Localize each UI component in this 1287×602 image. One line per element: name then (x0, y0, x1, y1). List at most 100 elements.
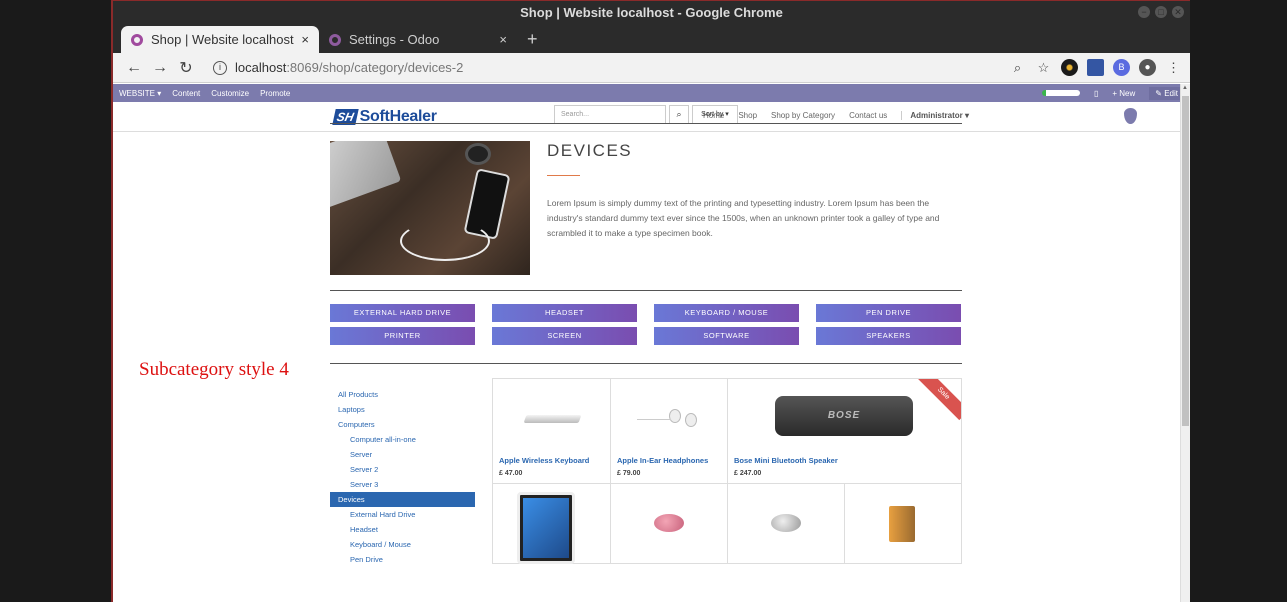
category-image (330, 141, 530, 275)
new-button[interactable]: + New (1112, 89, 1135, 98)
window-controls: − □ ✕ (1138, 6, 1184, 18)
product-card[interactable] (728, 484, 845, 563)
page-scrollbar[interactable]: ▲ (1180, 84, 1190, 602)
scrollbar-thumb[interactable] (1182, 96, 1189, 426)
extension-screen-icon[interactable] (1087, 59, 1104, 76)
category-sidebar: All Products Laptops Computers Computer … (330, 387, 475, 567)
product-card[interactable]: Apple In-Ear Headphones £ 79.00 (611, 379, 728, 483)
subcategory-grid: EXTERNAL HARD DRIVE HEADSET KEYBOARD / M… (330, 304, 962, 345)
category-header: DEVICES Lorem Ipsum is simply dummy text… (330, 141, 962, 275)
back-button[interactable]: ← (121, 59, 147, 77)
product-image (637, 407, 707, 429)
subcategory-button[interactable]: KEYBOARD / MOUSE (654, 304, 799, 322)
customize-menu[interactable]: Customize (211, 89, 249, 98)
reload-button[interactable]: ↻ (173, 58, 199, 78)
product-image (889, 506, 915, 542)
edit-button[interactable]: ✎ Edit (1149, 86, 1184, 100)
subcategory-button[interactable]: PRINTER (330, 327, 475, 345)
extension-color-icon[interactable] (1061, 59, 1078, 76)
divider (330, 363, 962, 364)
bookmark-star-icon[interactable]: ☆ (1035, 59, 1052, 76)
product-price: £ 47.00 (499, 470, 523, 477)
profile-avatar-icon[interactable]: ● (1139, 59, 1156, 76)
subcategory-button[interactable]: EXTERNAL HARD DRIVE (330, 304, 475, 322)
product-image (517, 492, 575, 564)
url-field[interactable]: i localhost :8069/shop/category/devices-… (213, 60, 1009, 75)
title-underline (547, 175, 580, 176)
address-bar: ← → ↻ i localhost :8069/shop/category/de… (113, 53, 1190, 83)
product-card[interactable]: BOSE Sale Bose Mini Bluetooth Speaker £ … (728, 379, 961, 483)
maximize-button[interactable]: □ (1155, 6, 1167, 18)
publish-toggle[interactable] (1041, 90, 1080, 96)
sidebar-subitem[interactable]: Server 3 (330, 477, 475, 492)
close-tab-icon[interactable]: × (499, 32, 507, 47)
product-name[interactable]: Apple In-Ear Headphones (617, 456, 708, 465)
forward-button[interactable]: → (147, 59, 173, 77)
url-host: localhost (235, 60, 287, 75)
window-title: Shop | Website localhost - Google Chrome (520, 5, 783, 20)
search-icon[interactable]: ⌕ (669, 105, 689, 124)
search-row: Search... ⌕ Sort by ▾ (330, 105, 962, 124)
product-image (771, 514, 801, 532)
new-tab-button[interactable]: + (517, 26, 548, 53)
subcategory-style-label: Subcategory style 4 (139, 359, 289, 380)
subcategory-button[interactable]: HEADSET (492, 304, 637, 322)
page-viewport: WEBSITE ▾ Content Customize Promote ▯ + … (113, 84, 1190, 602)
close-window-button[interactable]: ✕ (1172, 6, 1184, 18)
divider (330, 290, 962, 291)
subcategory-button[interactable]: PEN DRIVE (816, 304, 961, 322)
theme-drop-icon[interactable] (1124, 108, 1137, 124)
product-image: BOSE (775, 396, 913, 436)
tab-shop[interactable]: Shop | Website localhost × (121, 26, 319, 53)
product-card[interactable] (611, 484, 728, 563)
category-description: Lorem Ipsum is simply dummy text of the … (547, 198, 940, 238)
sidebar-item-active[interactable]: Devices (330, 492, 475, 507)
tab-label: Shop | Website localhost (151, 32, 294, 47)
product-price: £ 247.00 (734, 470, 762, 477)
product-card[interactable] (845, 484, 961, 563)
sidebar-subitem[interactable]: External Hard Drive (330, 507, 475, 522)
tab-settings[interactable]: Settings - Odoo × (319, 26, 517, 53)
sidebar-item[interactable]: All Products (330, 387, 475, 402)
chrome-menu-icon[interactable]: ⋮ (1165, 59, 1182, 76)
website-menu[interactable]: WEBSITE ▾ (119, 89, 161, 98)
product-price: £ 79.00 (617, 470, 641, 477)
tab-label: Settings - Odoo (349, 32, 440, 47)
odoo-favicon-icon (131, 33, 143, 46)
sidebar-subitem[interactable]: Server 2 (330, 462, 475, 477)
sidebar-subitem[interactable]: Server (330, 447, 475, 462)
sidebar-item[interactable]: Laptops (330, 402, 475, 417)
desktop-background: Shop | Website localhost - Google Chrome… (0, 0, 1287, 602)
product-name[interactable]: Bose Mini Bluetooth Speaker (734, 456, 838, 465)
zoom-icon[interactable]: ⌕ (1009, 59, 1026, 76)
product-image (523, 415, 582, 423)
product-card[interactable] (493, 484, 611, 564)
subcategory-button[interactable]: SCREEN (492, 327, 637, 345)
content-menu[interactable]: Content (172, 89, 200, 98)
category-title: DEVICES (547, 141, 633, 160)
subcategory-button[interactable]: SPEAKERS (816, 327, 961, 345)
sort-by-dropdown[interactable]: Sort by ▾ (692, 105, 738, 124)
browser-window: Shop | Website localhost - Google Chrome… (111, 0, 1190, 602)
sidebar-subitem[interactable]: Computer all-in-one (330, 432, 475, 447)
sale-ribbon: Sale (916, 379, 961, 421)
product-grid: Apple Wireless Keyboard £ 47.00 Apple In… (492, 378, 962, 564)
product-image (654, 514, 684, 532)
scroll-up-icon[interactable]: ▲ (1182, 85, 1188, 91)
sidebar-subitem[interactable]: Pen Drive (330, 552, 475, 567)
mobile-preview-icon[interactable]: ▯ (1094, 89, 1098, 98)
info-icon[interactable]: i (213, 60, 227, 75)
minimize-button[interactable]: − (1138, 6, 1150, 18)
product-card[interactable]: Apple Wireless Keyboard £ 47.00 (493, 379, 611, 483)
sidebar-item[interactable]: Computers (330, 417, 475, 432)
sidebar-subitem[interactable]: Headset (330, 522, 475, 537)
product-name[interactable]: Apple Wireless Keyboard (499, 456, 589, 465)
promote-menu[interactable]: Promote (260, 89, 290, 98)
toolbar-icons: ⌕ ☆ B ● ⋮ (1009, 59, 1182, 76)
title-bar: Shop | Website localhost - Google Chrome… (113, 1, 1190, 53)
extension-b-icon[interactable]: B (1113, 59, 1130, 76)
search-input[interactable]: Search... (554, 105, 666, 124)
sidebar-subitem[interactable]: Keyboard / Mouse (330, 537, 475, 552)
close-tab-icon[interactable]: × (301, 32, 309, 47)
subcategory-button[interactable]: SOFTWARE (654, 327, 799, 345)
